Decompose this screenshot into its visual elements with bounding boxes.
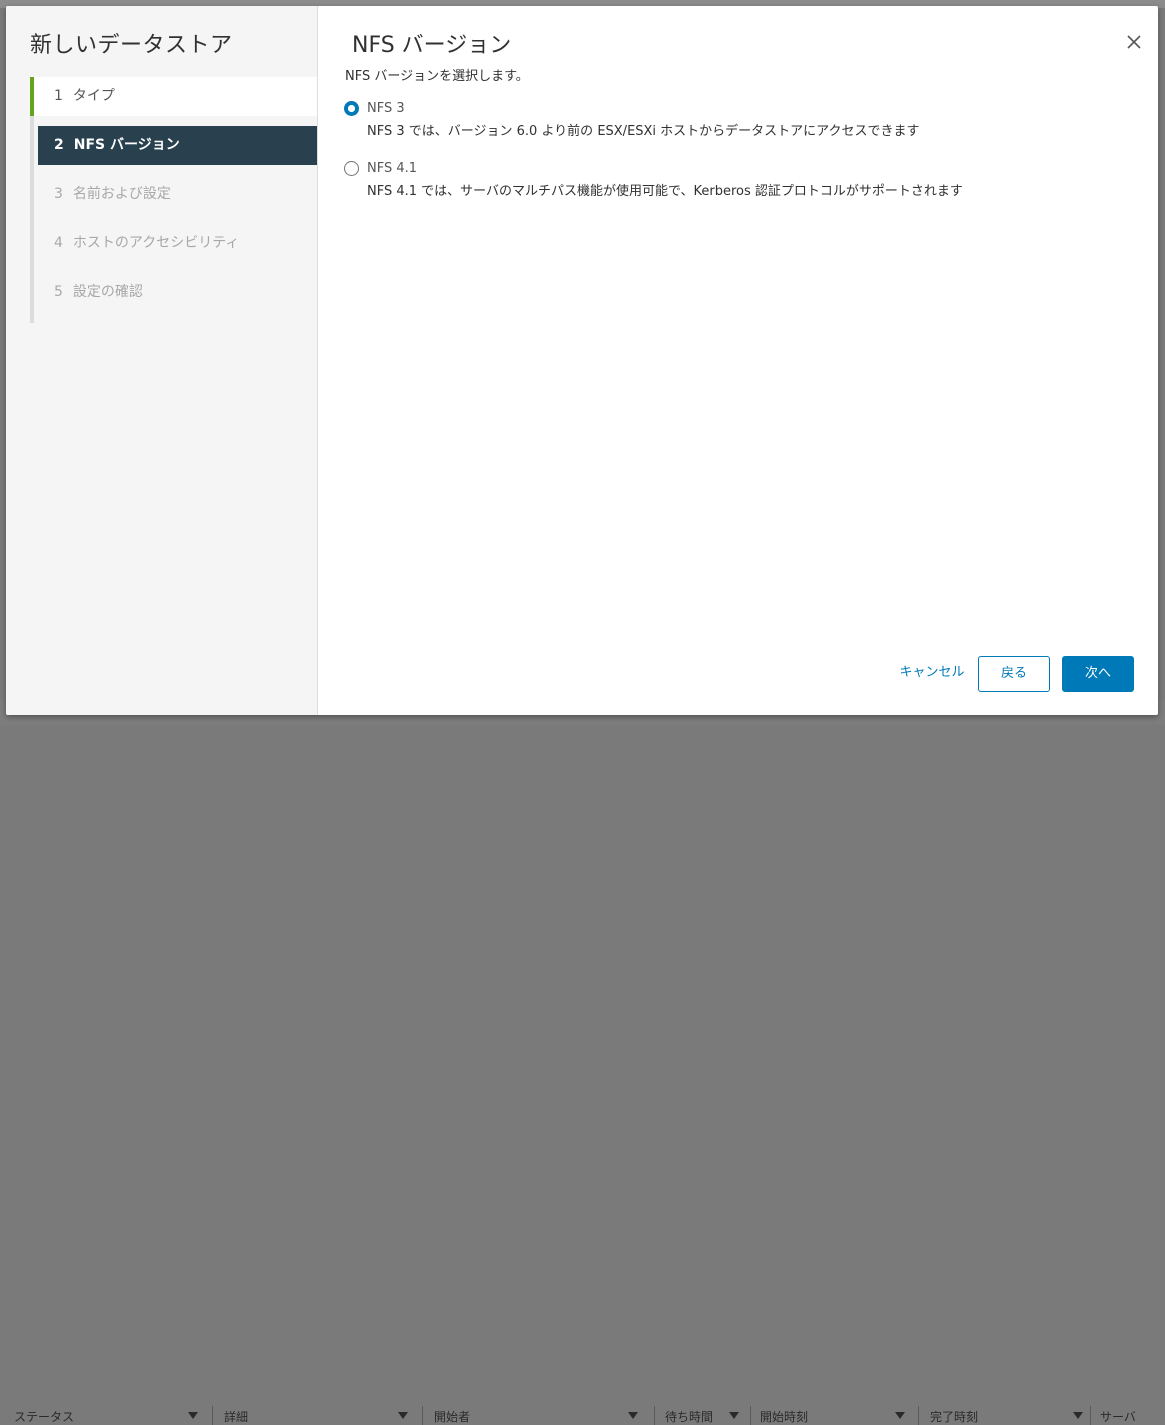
new-datastore-wizard-dialog: 新しいデータストア 1 タイプ 2 NFS バージョン 3 名前および設定 4 ホストの… bbox=[6, 6, 1158, 715]
step-number: 4 bbox=[54, 235, 63, 251]
column-divider bbox=[654, 1406, 655, 1425]
step-number: 5 bbox=[54, 284, 63, 300]
nfs3-label[interactable]: NFS 3 bbox=[367, 101, 405, 116]
table-header-details: 詳細 bbox=[224, 1410, 249, 1424]
column-divider bbox=[1090, 1406, 1091, 1425]
back-button[interactable]: 戻る bbox=[978, 656, 1050, 692]
table-header-initiator: 開始者 bbox=[434, 1410, 471, 1424]
table-header-status: ステータス bbox=[14, 1410, 75, 1424]
step-number: 3 bbox=[54, 186, 63, 202]
close-icon[interactable] bbox=[1126, 34, 1142, 50]
wizard-content: NFS バージョン NFS バージョンを選択します。 NFS 3 NFS 3 で… bbox=[318, 6, 1158, 715]
step-label: 名前および設定 bbox=[72, 186, 171, 202]
table-header-server: サーバ bbox=[1100, 1410, 1136, 1424]
wizard-step-nfs-version[interactable]: 2 NFS バージョン bbox=[38, 126, 317, 165]
column-divider bbox=[422, 1406, 423, 1425]
step-label: 設定の確認 bbox=[72, 284, 143, 300]
wizard-step-list: 1 タイプ 2 NFS バージョン 3 名前および設定 4 ホストのアクセシビリティ 5… bbox=[30, 77, 317, 323]
table-header-start: 開始時刻 bbox=[760, 1410, 809, 1424]
filter-icon bbox=[628, 1412, 638, 1419]
next-button[interactable]: 次へ bbox=[1062, 656, 1134, 692]
wizard-sidebar: 新しいデータストア 1 タイプ 2 NFS バージョン 3 名前および設定 4 ホストの… bbox=[6, 6, 318, 715]
step-label: タイプ bbox=[72, 88, 115, 104]
column-divider bbox=[750, 1406, 751, 1425]
wizard-title: 新しいデータストア bbox=[30, 33, 233, 58]
step-number: 2 bbox=[54, 137, 64, 153]
table-header-completion: 完了時刻 bbox=[930, 1410, 979, 1424]
step-label: NFS バージョン bbox=[73, 137, 180, 153]
cancel-button[interactable]: キャンセル bbox=[892, 656, 972, 692]
page-title: NFS バージョン bbox=[352, 33, 512, 58]
filter-icon bbox=[729, 1412, 739, 1419]
table-header-queued: 待ち時間 bbox=[665, 1410, 714, 1424]
wizard-step-review: 5 設定の確認 bbox=[30, 273, 317, 312]
step-label: ホストのアクセシビリティ bbox=[72, 235, 240, 251]
nfs41-radio[interactable] bbox=[344, 161, 359, 176]
filter-icon bbox=[188, 1412, 198, 1419]
nfs41-label[interactable]: NFS 4.1 bbox=[367, 161, 417, 176]
filter-icon bbox=[1073, 1412, 1083, 1419]
wizard-step-host-accessibility: 4 ホストのアクセシビリティ bbox=[30, 224, 317, 263]
nfs41-description: NFS 4.1 では、サーバのマルチパス機能が使用可能で、Kerberos 認証… bbox=[367, 184, 963, 199]
column-divider bbox=[212, 1406, 213, 1425]
nfs3-description: NFS 3 では、バージョン 6.0 より前の ESX/ESXi ホストからデー… bbox=[367, 124, 920, 139]
step-number: 1 bbox=[54, 88, 63, 104]
column-divider bbox=[918, 1406, 919, 1425]
wizard-footer: キャンセル 戻る 次へ bbox=[899, 656, 1134, 692]
nfs3-radio[interactable] bbox=[344, 101, 359, 116]
wizard-step-name-and-settings: 3 名前および設定 bbox=[30, 175, 317, 214]
page-subtitle: NFS バージョンを選択します。 bbox=[345, 69, 529, 84]
wizard-step-type[interactable]: 1 タイプ bbox=[30, 77, 317, 116]
filter-icon bbox=[895, 1412, 905, 1419]
filter-icon bbox=[398, 1412, 408, 1419]
